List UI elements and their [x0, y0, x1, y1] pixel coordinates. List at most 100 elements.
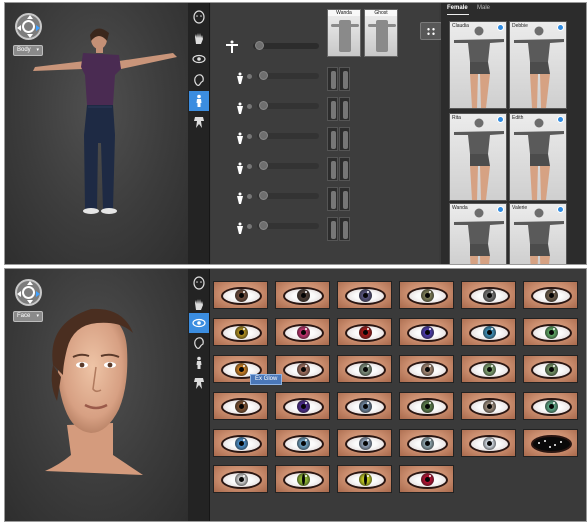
eye-texture-swatch[interactable]	[461, 355, 516, 383]
morph-target-thumbnail[interactable]	[327, 157, 338, 181]
body-preset-figure	[510, 22, 566, 108]
morph-target-thumbnail[interactable]	[339, 157, 350, 181]
morph-slider-knob[interactable]	[259, 191, 268, 200]
morph-reset-dot[interactable]	[247, 104, 252, 109]
eye-texture-swatch[interactable]	[399, 429, 454, 457]
female-avatar-figure[interactable]	[27, 23, 187, 223]
eye-texture-swatch[interactable]	[275, 392, 330, 420]
eye-texture-swatch[interactable]	[461, 281, 516, 309]
clothing-icon[interactable]	[189, 373, 209, 393]
eye-texture-swatch[interactable]	[275, 355, 330, 383]
expand-presets-button[interactable]	[420, 22, 442, 40]
body-figure-icon[interactable]	[189, 353, 209, 373]
body-morph-panel: Wanda Ghost	[211, 3, 439, 264]
face-head-icon[interactable]	[189, 7, 209, 27]
morph-target-thumbnail[interactable]	[327, 187, 338, 211]
eye-texture-swatch[interactable]	[399, 318, 454, 346]
height-icon	[235, 221, 245, 234]
eye-texture-swatch[interactable]	[461, 429, 516, 457]
eye-texture-swatch[interactable]	[213, 465, 268, 493]
morph-slider-knob[interactable]	[259, 131, 268, 140]
eye-texture-swatch[interactable]	[523, 318, 578, 346]
morph-slider-knob[interactable]	[259, 221, 268, 230]
eye-texture-swatch[interactable]	[213, 392, 268, 420]
tab-male[interactable]: Male	[477, 5, 490, 11]
morph-target-thumbnail[interactable]	[327, 127, 338, 151]
editor-toolbar	[188, 269, 210, 521]
body-preset-card[interactable]: Wanda	[449, 203, 507, 264]
eye-texture-swatch[interactable]	[399, 281, 454, 309]
ear-icon[interactable]	[189, 70, 209, 90]
eye-icon[interactable]	[189, 49, 209, 69]
body-preset-card[interactable]: Edith	[509, 113, 567, 201]
pose-thumbnail-label: Wanda	[328, 10, 360, 16]
eye-texture-swatch[interactable]	[523, 429, 578, 457]
shoulder-width-icon	[235, 71, 245, 84]
clothing-icon[interactable]	[189, 112, 209, 132]
body-preset-figure	[510, 204, 566, 264]
morph-target-thumbnail[interactable]	[327, 67, 338, 91]
face-editor-window: Face ▾	[4, 268, 587, 522]
eye-texture-swatch[interactable]	[523, 281, 578, 309]
eye-icon[interactable]	[189, 313, 209, 333]
eye-texture-swatch[interactable]	[213, 429, 268, 457]
eye-texture-swatch[interactable]	[337, 281, 392, 309]
morph-target-thumbnail[interactable]	[339, 217, 350, 241]
morph-slider-knob[interactable]	[259, 161, 268, 170]
eye-texture-swatch[interactable]	[275, 429, 330, 457]
morph-target-thumbnail[interactable]	[327, 217, 338, 241]
body-3d-viewport[interactable]: Body ▾	[5, 3, 188, 264]
eye-texture-swatch[interactable]	[337, 429, 392, 457]
eye-texture-swatch[interactable]	[213, 281, 268, 309]
female-head-model[interactable]	[39, 305, 149, 485]
eye-texture-swatch[interactable]	[275, 281, 330, 309]
camera-orbit-control[interactable]	[15, 279, 42, 306]
morph-reset-dot[interactable]	[247, 164, 252, 169]
leg-icon	[235, 191, 245, 204]
tab-female[interactable]: Female	[447, 5, 468, 11]
hand-icon[interactable]	[189, 294, 209, 314]
eye-texture-swatch[interactable]	[399, 392, 454, 420]
morph-slider-knob[interactable]	[259, 101, 268, 110]
eye-texture-swatch[interactable]	[213, 318, 268, 346]
morph-target-thumbnail[interactable]	[339, 67, 350, 91]
eye-texture-swatch[interactable]	[461, 318, 516, 346]
eye-texture-swatch[interactable]	[337, 392, 392, 420]
face-3d-viewport[interactable]: Face ▾	[5, 269, 188, 521]
body-preset-card[interactable]: Debbie	[509, 21, 567, 109]
body-figure-icon[interactable]	[189, 91, 209, 111]
eye-texture-swatch[interactable]	[399, 355, 454, 383]
eye-texture-swatch[interactable]	[337, 465, 392, 493]
eye-texture-swatch[interactable]	[275, 318, 330, 346]
eye-texture-swatch[interactable]	[399, 465, 454, 493]
morph-target-thumbnail[interactable]	[339, 187, 350, 211]
body-preset-card[interactable]: Claudia	[449, 21, 507, 109]
morph-target-thumbnail[interactable]	[339, 97, 350, 121]
morph-reset-dot[interactable]	[247, 74, 252, 79]
body-preset-card[interactable]: Rita	[449, 113, 507, 201]
eye-texture-swatch[interactable]	[337, 318, 392, 346]
eye-texture-swatch[interactable]	[337, 355, 392, 383]
pose-thumbnail-ghost[interactable]: Ghost	[364, 9, 398, 57]
morph-reset-dot[interactable]	[247, 224, 252, 229]
morph-reset-dot[interactable]	[247, 194, 252, 199]
pose-thumbnail-wanda[interactable]: Wanda	[327, 9, 361, 57]
body-shape-slider-knob[interactable]	[255, 41, 264, 50]
eye-texture-swatch[interactable]	[461, 392, 516, 420]
body-preset-figure	[450, 204, 506, 264]
ear-icon[interactable]	[189, 333, 209, 353]
eye-texture-swatch[interactable]	[523, 355, 578, 383]
body-preset-figure	[510, 114, 566, 200]
hand-icon[interactable]	[189, 28, 209, 48]
morph-target-thumbnail[interactable]	[339, 127, 350, 151]
body-editor-window: Body ▾ Wanda Ghost Female Male Claudia D…	[4, 2, 587, 265]
eye-texture-swatch[interactable]	[275, 465, 330, 493]
gender-tabs: Female Male	[441, 3, 586, 15]
face-head-icon[interactable]	[189, 273, 209, 293]
morph-slider-knob[interactable]	[259, 71, 268, 80]
morph-target-thumbnail[interactable]	[327, 97, 338, 121]
body-preset-card[interactable]: Valerie	[509, 203, 567, 264]
eye-texture-swatch[interactable]	[523, 392, 578, 420]
morph-reset-dot[interactable]	[247, 134, 252, 139]
eye-preset-tooltip: Ex Glow	[250, 374, 283, 385]
